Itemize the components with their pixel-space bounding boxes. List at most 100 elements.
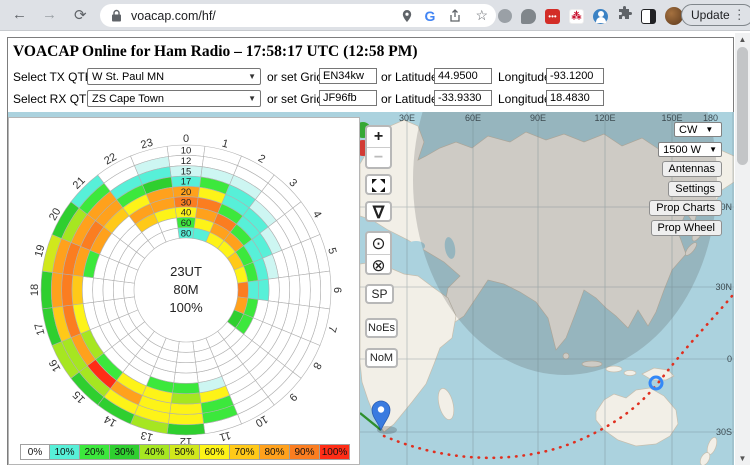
rx-label: Select RX QTH:: [13, 92, 98, 106]
world-map[interactable]: 30E60E90E120E150E18060N30N030S + −: [8, 112, 734, 465]
nabla-button[interactable]: ∇: [365, 201, 392, 222]
mode-select[interactable]: CW▼: [674, 122, 722, 137]
no-sun-button[interactable]: ⊗: [367, 255, 390, 276]
fullscreen-button[interactable]: [365, 174, 392, 195]
settings-button[interactable]: Settings: [668, 181, 722, 197]
rx-grid-input[interactable]: [319, 90, 377, 106]
wheel-center-label: 23UT: [170, 264, 202, 279]
rx-lon-input[interactable]: [546, 90, 604, 106]
nom-button[interactable]: NoM: [365, 348, 398, 368]
wheel-cell: [238, 282, 249, 298]
chevron-down-icon: ▼: [248, 94, 256, 103]
tx-qth-select[interactable]: W St. Paul MN▼: [87, 68, 261, 85]
screen: ← → ⟳ voacap.com/hf/ G ☆ ••• ⁂: [0, 0, 750, 465]
share-icon[interactable]: [447, 8, 463, 24]
scrollbar[interactable]: ▲ ▼: [735, 33, 750, 465]
lon-label: 60E: [465, 113, 481, 123]
zoom-in-button[interactable]: +: [367, 127, 390, 148]
rx-row: Select RX QTH: ZS Cape Town▼ or set Grid…: [7, 90, 734, 108]
extension-red-icon[interactable]: ⁂: [569, 9, 584, 24]
legend-cell: 0%: [20, 444, 50, 460]
wheel-cell: [299, 274, 310, 306]
wheel-cell: [279, 276, 290, 303]
tx-lon-input[interactable]: [546, 68, 604, 84]
update-button[interactable]: Update ⋮: [681, 4, 750, 26]
extension-avatar-icon[interactable]: [593, 9, 608, 24]
chevron-down-icon: ▼: [248, 72, 256, 81]
tx-label: Select TX QTH:: [13, 70, 97, 84]
wheel-cell: [320, 271, 331, 309]
lon-label: 90E: [530, 113, 546, 123]
tx-row: Select TX QTH: W St. Paul MN▼ or set Gri…: [7, 68, 734, 86]
bookmark-star-icon[interactable]: ☆: [475, 7, 488, 24]
prop-charts-button[interactable]: Prop Charts: [649, 200, 722, 216]
zoom-control: + −: [365, 125, 392, 169]
wheel-cell: [268, 278, 279, 302]
chevron-down-icon: ▼: [705, 125, 713, 134]
wheel-cell: [177, 352, 196, 363]
legend-cell: 60%: [200, 444, 230, 460]
legend-cell: 30%: [110, 444, 140, 460]
wheel-cell: [124, 282, 135, 298]
menu-kebab-icon[interactable]: ⋮: [730, 7, 749, 23]
sidebar-icon[interactable]: [641, 9, 656, 24]
legend-cell: 50%: [170, 444, 200, 460]
sun-button[interactable]: ⊙: [367, 233, 390, 255]
wheel-cell: [309, 272, 320, 307]
power-value: 1500 W: [663, 144, 701, 156]
tx-grid-label: or set Grid:: [267, 70, 326, 84]
band-label: 30: [181, 197, 192, 208]
wheel-cell: [248, 281, 259, 300]
wheel-cell: [72, 275, 83, 305]
noes-button[interactable]: NoEs: [365, 318, 398, 338]
power-select[interactable]: 1500 W ▼: [658, 142, 722, 157]
wheel-cell: [93, 278, 104, 302]
wheel-cell: [258, 279, 269, 301]
rx-qth-select[interactable]: ZS Cape Town ▼: [87, 90, 261, 107]
wheel-cell: [167, 424, 205, 435]
extensions-puzzle-icon[interactable]: [617, 6, 632, 26]
wheel-cell: [103, 279, 114, 301]
back-icon[interactable]: ←: [12, 6, 27, 23]
rx-qth-value: ZS Cape Town: [92, 93, 164, 105]
extension-icons: ••• ⁂: [498, 6, 683, 26]
hour-label: 7: [325, 325, 338, 334]
google-icon[interactable]: G: [425, 8, 436, 24]
prop-wheel-button[interactable]: Prop Wheel: [651, 220, 722, 236]
wheel-cell: [168, 413, 203, 424]
location-pin-icon[interactable]: [399, 8, 415, 24]
rx-lat-label: or Latitude:: [381, 92, 441, 106]
wheel-cell: [170, 403, 202, 414]
pin-dot: [378, 406, 384, 412]
address-bar[interactable]: voacap.com/hf/ G ☆: [100, 4, 496, 27]
extension-camera-icon[interactable]: [498, 9, 512, 23]
legend-cell: 80%: [260, 444, 290, 460]
rx-lat-input[interactable]: [434, 90, 492, 106]
sp-button[interactable]: SP: [365, 284, 394, 304]
update-label: Update: [691, 8, 730, 22]
antennas-button[interactable]: Antennas: [662, 161, 722, 177]
wheel-center-label: 100%: [169, 300, 203, 315]
tx-lat-input[interactable]: [434, 68, 492, 84]
wheel-cell: [175, 362, 197, 373]
wheel-cell: [289, 275, 300, 305]
page-title: VOACAP Online for Ham Radio – 17:58:17 U…: [13, 43, 418, 61]
prop-wheel-panel: 0123456789101112131415161718192021222310…: [8, 117, 360, 465]
scroll-up-icon[interactable]: ▲: [735, 33, 750, 46]
fullscreen-icon: [372, 179, 385, 192]
url-text: voacap.com/hf/: [131, 9, 399, 23]
forward-icon[interactable]: →: [42, 6, 57, 23]
scrollbar-thumb[interactable]: [737, 47, 748, 165]
legend-cell: 70%: [230, 444, 260, 460]
reload-icon[interactable]: ⟳: [74, 6, 87, 24]
extension-chat-icon[interactable]: [521, 9, 536, 24]
extension-lastpass-icon[interactable]: •••: [545, 9, 560, 24]
hour-label: 1: [221, 138, 230, 151]
chevron-down-icon: ▼: [709, 145, 717, 154]
prop-wheel-chart: 0123456789101112131415161718192021222310…: [9, 118, 359, 464]
scroll-down-icon[interactable]: ▼: [735, 452, 750, 465]
tx-grid-input[interactable]: [319, 68, 377, 84]
hour-label: 0: [183, 133, 189, 145]
zoom-out-button[interactable]: −: [367, 148, 390, 169]
lon-label: 120E: [594, 113, 615, 123]
